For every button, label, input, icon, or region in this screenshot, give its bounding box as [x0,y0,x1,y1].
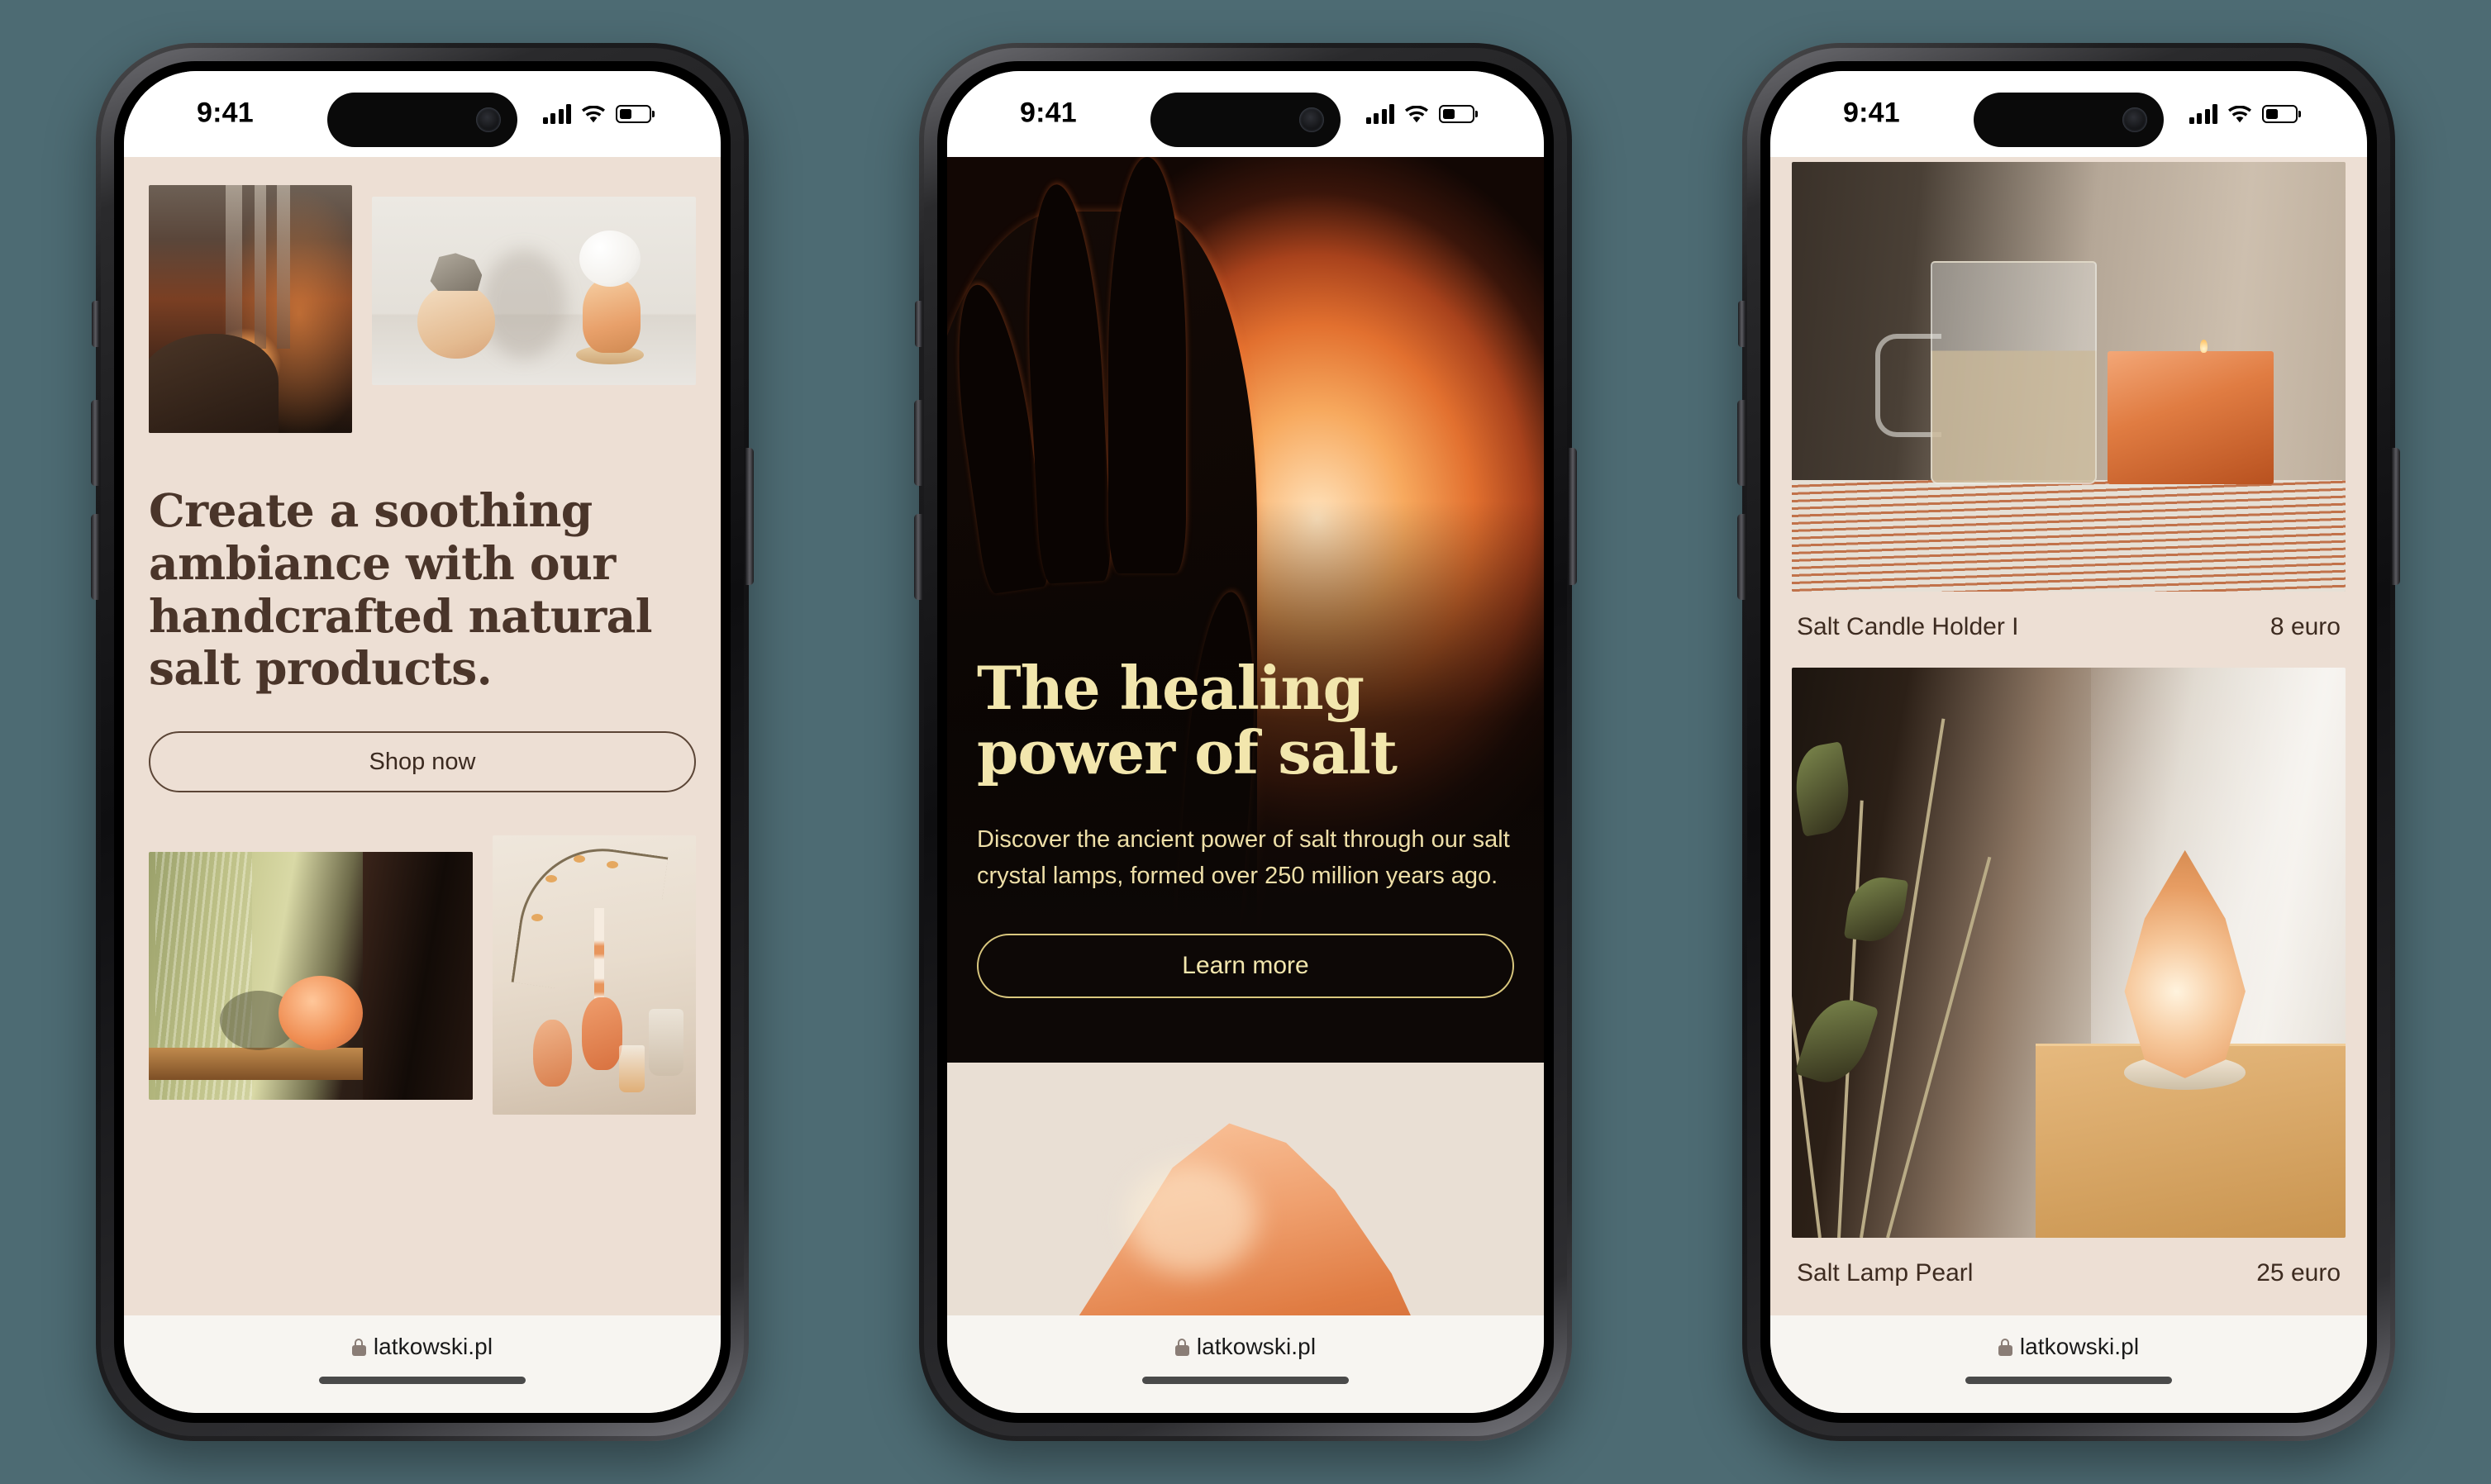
phone-bezel: 9:41 [114,61,731,1423]
phone-shop: 9:41 Salt Candle Holder I 8 euro Salt La… [1737,43,2400,1441]
dynamic-island [1974,93,2164,147]
teardrop-salt-lamp-photo[interactable] [1792,668,2346,1238]
page-content-article: The healing power of salt Discover the a… [947,157,1544,1315]
power-button[interactable] [745,448,754,585]
front-camera-icon [476,107,501,132]
product-name: Salt Candle Holder I [1797,613,2019,640]
browser-url-bar[interactable]: latkowski.pl [947,1315,1544,1413]
home-indicator[interactable] [319,1377,526,1384]
wifi-icon [1405,105,1428,123]
product-card[interactable]: Salt Candle Holder I 8 euro [1792,157,2346,658]
home-indicator[interactable] [1965,1377,2172,1384]
wifi-icon [2228,105,2251,123]
shop-now-button[interactable]: Shop now [149,731,696,793]
status-bar-indicators [2189,104,2298,124]
dark-room-salt-lamp-photo[interactable] [149,185,352,433]
home-indicator[interactable] [1142,1377,1349,1384]
product-price: 8 euro [2270,613,2341,640]
url-row[interactable]: latkowski.pl [1998,1334,2139,1360]
window-salt-lamp-photo[interactable] [149,852,473,1101]
product-meta-row: Salt Candle Holder I 8 euro [1792,592,2346,658]
product-card[interactable]: Salt Lamp Pearl 25 euro [1792,658,2346,1304]
front-camera-icon [2122,107,2147,132]
phone-bezel: 9:41 [937,61,1554,1423]
product-name: Salt Lamp Pearl [1797,1259,1974,1287]
battery-icon [2262,105,2298,123]
url-row[interactable]: latkowski.pl [351,1334,493,1360]
page-content-landing: Create a soothing ambiance with our hand… [124,157,721,1315]
url-text: latkowski.pl [2019,1334,2140,1359]
url-text: latkowski.pl [1196,1334,1317,1359]
phone-article: 9:41 The healing power of salt Discover … [914,43,1577,1441]
image-grid-top [149,185,696,433]
volume-up-button[interactable] [914,400,922,486]
product-price: 25 euro [2256,1259,2341,1287]
dynamic-island [1150,93,1341,147]
status-bar-time: 9:41 [1020,97,1077,129]
status-bar: 9:41 [1770,71,2367,157]
page-title: Create a soothing ambiance with our hand… [149,483,653,696]
learn-more-button[interactable]: Learn more [977,934,1514,998]
lock-icon [351,1338,366,1356]
phone-screen: 9:41 [947,71,1544,1413]
status-bar: 9:41 [124,71,721,157]
phone-landing: 9:41 Create a soothing ambiance with our… [91,43,754,1441]
silent-switch[interactable] [1738,301,1746,347]
lock-icon [1998,1338,2012,1356]
power-button[interactable] [2392,448,2400,585]
volume-down-button[interactable] [914,514,922,600]
battery-icon [616,105,651,123]
cellular-signal-icon [542,104,571,124]
cellular-signal-icon [1365,104,1394,124]
status-bar-time: 9:41 [197,97,254,129]
phone-screen: 9:41 [124,71,721,1413]
cellular-signal-icon [2189,104,2217,124]
volume-down-button[interactable] [1737,514,1746,600]
page-content-shop: Salt Candle Holder I 8 euro Salt Lamp Pe… [1770,157,2367,1315]
hero-subtitle: Discover the ancient power of salt throu… [977,825,1510,889]
battery-icon [1439,105,1474,123]
status-bar-indicators [542,104,651,124]
browser-url-bar[interactable]: latkowski.pl [124,1315,721,1413]
product-meta-row: Salt Lamp Pearl 25 euro [1792,1238,2346,1304]
volume-down-button[interactable] [91,514,99,600]
hero-copy: The healing power of salt Discover the a… [977,656,1514,998]
salt-objects-shelf-photo[interactable] [372,197,696,385]
silent-switch[interactable] [915,301,922,347]
phone-bezel: 9:41 [1760,61,2377,1423]
page-title: The healing power of salt [977,653,1398,788]
phone-screen: 9:41 [1770,71,2367,1413]
browser-url-bar[interactable]: latkowski.pl [1770,1315,2367,1413]
url-text: latkowski.pl [373,1334,493,1359]
status-bar-time: 9:41 [1843,97,1900,129]
status-bar: 9:41 [947,71,1544,157]
hero-section: The healing power of salt Discover the a… [947,157,1544,1063]
silent-switch[interactable] [92,301,99,347]
status-bar-indicators [1365,104,1474,124]
volume-up-button[interactable] [1737,400,1746,486]
mug-and-salt-candle-photo[interactable] [1792,162,2346,592]
image-grid-bottom [149,835,696,1115]
power-button[interactable] [1569,448,1577,585]
front-camera-icon [1299,107,1324,132]
volume-up-button[interactable] [91,400,99,486]
dynamic-island [327,93,517,147]
lock-icon [1174,1338,1189,1356]
salt-crystal-rock-photo[interactable] [947,1063,1544,1315]
url-row[interactable]: latkowski.pl [1174,1334,1317,1360]
candle-branches-photo[interactable] [493,835,696,1115]
wifi-icon [582,105,605,123]
phone-mockup-stage: 9:41 Create a soothing ambiance with our… [0,0,2491,1484]
